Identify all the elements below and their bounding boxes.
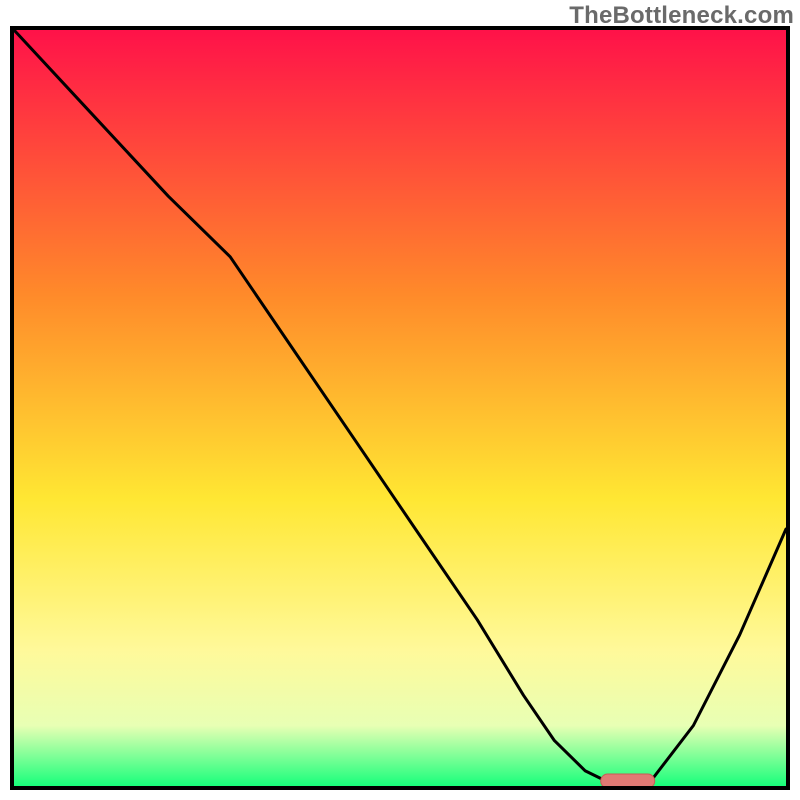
plot-background [14,30,786,786]
bottleneck-chart [0,0,800,800]
optimum-marker [601,774,655,788]
watermark-text: TheBottleneck.com [569,2,794,30]
chart-container: { "watermark": "TheBottleneck.com", "col… [0,0,800,800]
